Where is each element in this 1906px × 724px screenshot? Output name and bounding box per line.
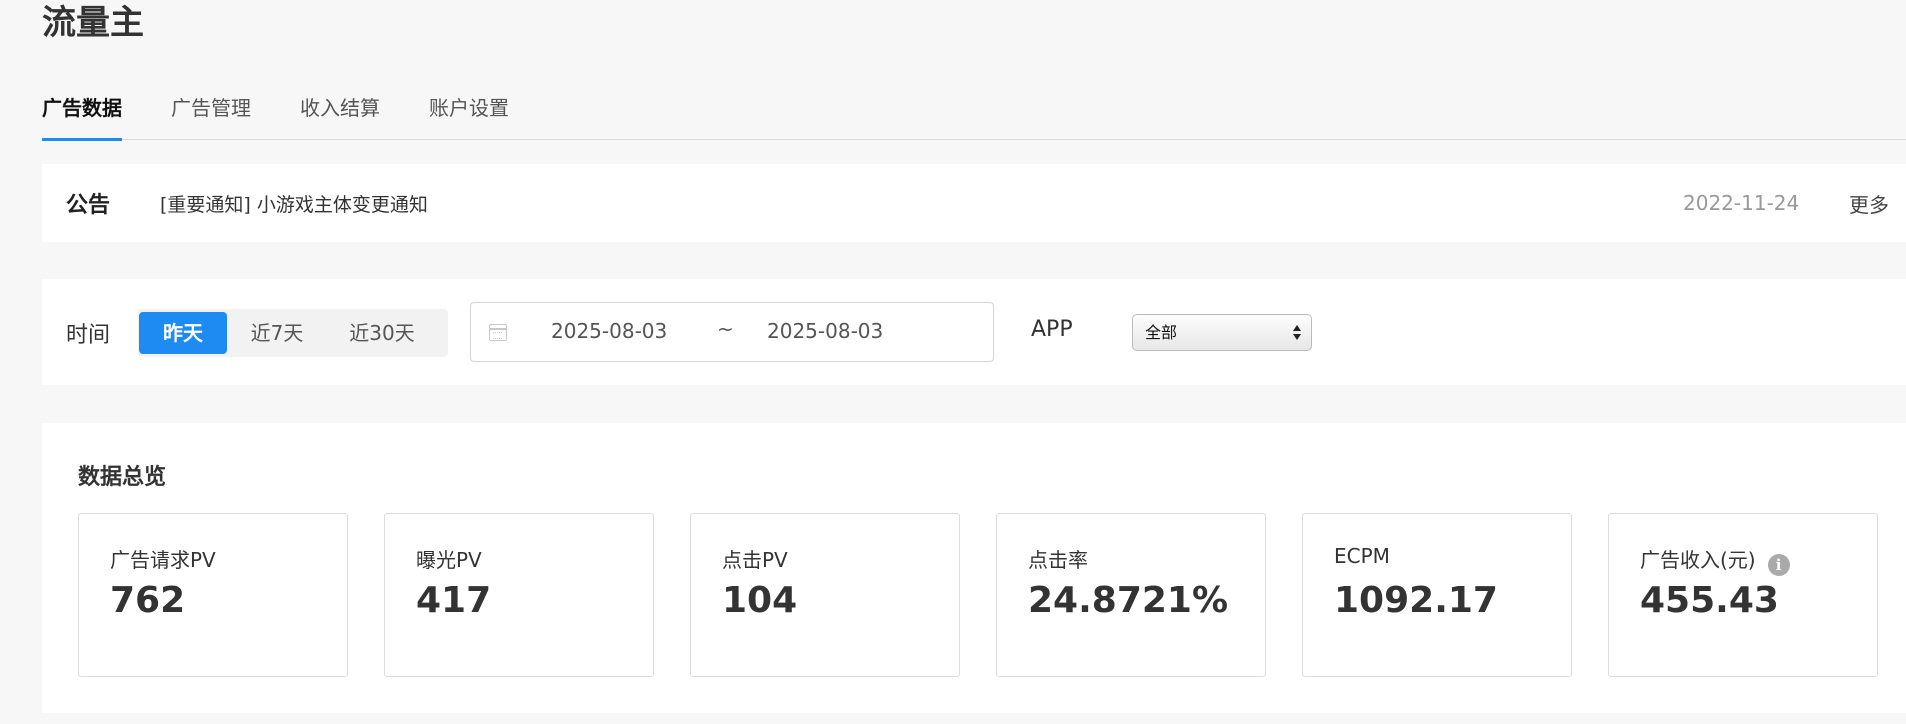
filter-panel: 时间 昨天 近7天 近30天 2025-08-03 ~ 2025-08-03 A… (42, 279, 1906, 385)
metric-card-click-pv: 点击PV 104 (690, 513, 960, 677)
data-overview-panel: 数据总览 广告请求PV 762 曝光PV 417 点击PV 104 点击率 24… (42, 423, 1906, 713)
metric-label-with-info: 广告收入(元) i (1640, 544, 1790, 576)
metric-card-request-pv: 广告请求PV 762 (78, 513, 348, 677)
notice-label: 公告 (66, 193, 111, 218)
calendar-icon (489, 324, 507, 341)
metric-value: 104 (722, 580, 798, 621)
metric-card-ad-income: 广告收入(元) i 455.43 (1608, 513, 1878, 677)
date-separator: ~ (717, 317, 734, 341)
page: 流量主 广告数据 广告管理 收入结算 账户设置 公告 [重要通知] 小游戏主体变… (0, 0, 1906, 724)
range-7days-button[interactable]: 近7天 (227, 312, 327, 354)
date-start-input[interactable]: 2025-08-03 (551, 319, 667, 343)
date-end-input[interactable]: 2025-08-03 (767, 319, 883, 343)
notice-bar: 公告 [重要通知] 小游戏主体变更通知 2022-11-24 更多 (42, 164, 1906, 242)
time-label: 时间 (66, 323, 111, 348)
metric-card-click-rate: 点击率 24.8721% (996, 513, 1266, 677)
metric-label: 曝光PV (416, 548, 482, 572)
metric-value: 24.8721% (1028, 580, 1229, 621)
range-30days-button[interactable]: 近30天 (327, 312, 437, 354)
tab-income-settlement[interactable]: 收入结算 (300, 84, 380, 140)
metric-value: 417 (416, 580, 492, 621)
metric-card-exposure-pv: 曝光PV 417 (384, 513, 654, 677)
notice-link[interactable]: [重要通知] 小游戏主体变更通知 (160, 190, 428, 217)
notice-date: 2022-11-24 (1683, 191, 1800, 215)
metric-value: 455.43 (1640, 580, 1779, 621)
date-range-picker[interactable]: 2025-08-03 ~ 2025-08-03 (470, 302, 994, 362)
app-select-value: 全部 (1145, 323, 1178, 342)
metric-label: 广告请求PV (110, 548, 216, 572)
metric-label: 点击率 (1028, 548, 1088, 572)
metric-card-ecpm: ECPM 1092.17 (1302, 513, 1572, 677)
tab-ad-data[interactable]: 广告数据 (42, 84, 122, 141)
tab-bar: 广告数据 广告管理 收入结算 账户设置 (42, 84, 1906, 141)
metric-value: 1092.17 (1334, 580, 1498, 621)
range-yesterday-button[interactable]: 昨天 (139, 312, 227, 354)
tab-account-settings[interactable]: 账户设置 (429, 84, 509, 140)
app-select[interactable]: 全部 (1132, 314, 1312, 351)
metric-label: ECPM (1334, 544, 1390, 568)
select-arrows-icon (1293, 323, 1302, 343)
notice-more-link[interactable]: 更多 (1849, 189, 1889, 218)
metric-label: 广告收入(元) (1640, 548, 1756, 572)
app-label: APP (1031, 317, 1073, 342)
tab-ad-management[interactable]: 广告管理 (171, 84, 251, 140)
overview-title: 数据总览 (78, 465, 167, 490)
metric-value: 762 (110, 580, 186, 621)
time-range-segmented: 昨天 近7天 近30天 (138, 309, 448, 357)
metric-label: 点击PV (722, 548, 788, 572)
info-icon[interactable]: i (1767, 554, 1790, 576)
page-title: 流量主 (42, 3, 144, 43)
